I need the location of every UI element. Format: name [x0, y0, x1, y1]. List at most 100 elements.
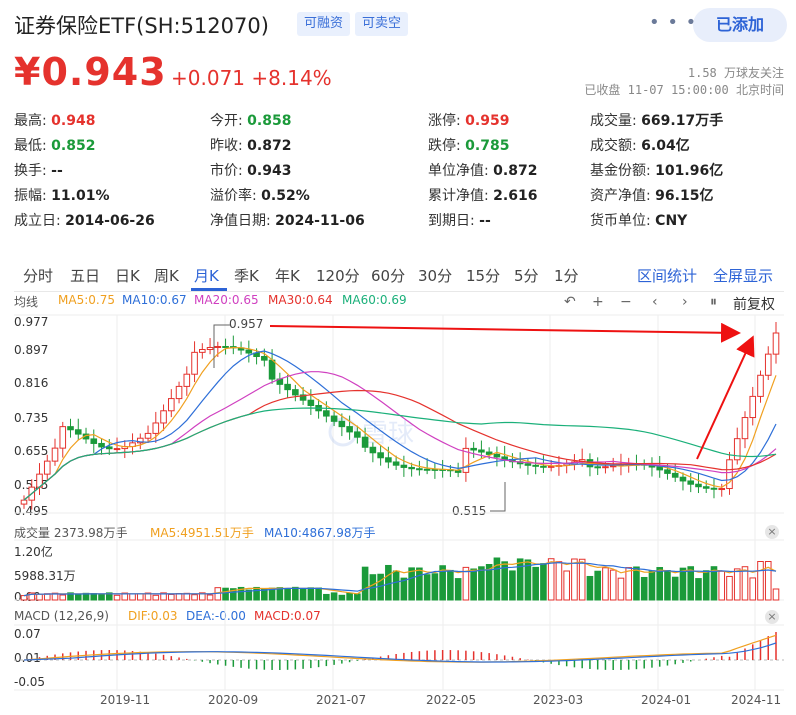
candle-body: [416, 468, 423, 471]
candle-body: [183, 373, 191, 387]
candle-body: [470, 447, 477, 451]
candle-body: [51, 447, 59, 462]
candle-body: [307, 399, 315, 406]
volume-bar: [547, 558, 555, 601]
candle-body: [733, 438, 741, 461]
candle-body: [710, 487, 718, 490]
candle-body: [772, 332, 780, 355]
volume-bar: [578, 558, 586, 601]
horizontal-red-arrow: [269, 322, 741, 343]
candle-body: [152, 422, 160, 434]
rising-red-arrow: [696, 335, 755, 460]
volume-bar: [191, 594, 198, 601]
candle-body: [74, 429, 82, 435]
volume-bar: [36, 593, 43, 601]
macd-lines: [23, 634, 777, 663]
volume-ma-lines: [23, 561, 777, 597]
kline-chart[interactable]: 雪球: [0, 0, 796, 715]
volume-bar: [609, 569, 617, 601]
candle-body: [664, 469, 671, 474]
volume-bar: [74, 594, 82, 601]
candle-body: [261, 356, 268, 361]
candle-body: [493, 453, 501, 458]
candle-body: [214, 345, 222, 348]
candle-body: [408, 466, 415, 470]
volume-bar: [509, 570, 516, 601]
candle-body: [59, 426, 67, 449]
candle-body: [338, 420, 346, 428]
volume-bar: [354, 593, 361, 601]
candle-body: [423, 468, 431, 471]
candle-body: [679, 476, 687, 482]
volume-bar: [555, 561, 563, 601]
candle-body: [687, 480, 695, 485]
candle-body: [602, 466, 609, 469]
volume-bar: [59, 594, 67, 601]
volume-bar: [323, 593, 330, 601]
candle-body: [268, 359, 276, 380]
volume-bar: [633, 566, 640, 601]
volume-bar: [307, 587, 315, 601]
volume-bar: [602, 567, 609, 601]
volume-bar: [408, 567, 415, 601]
chart-annotations: [213, 322, 755, 512]
candle-body: [222, 345, 229, 348]
candle-body: [43, 460, 51, 475]
candle-body: [671, 472, 679, 478]
volume-bar: [175, 593, 183, 601]
volume-bar: [152, 594, 160, 601]
candle-body: [284, 383, 291, 391]
candle-body: [105, 446, 113, 450]
volume-bar: [726, 575, 733, 601]
volume-bar: [516, 558, 524, 601]
volume-bar: [299, 588, 307, 601]
candle-body: [702, 486, 710, 489]
volume-bar: [113, 594, 121, 601]
candle-body: [144, 432, 152, 439]
candle-body: [392, 461, 400, 466]
candle-body: [67, 426, 74, 431]
candle-body: [346, 426, 353, 433]
candle-body: [718, 488, 726, 491]
volume-bar: [315, 587, 322, 601]
volume-bar: [292, 586, 299, 601]
volume-bar: [532, 566, 539, 601]
volume-bar: [361, 566, 369, 601]
volume-bar: [206, 594, 214, 601]
volume-bar: [392, 570, 400, 601]
volume-bar: [346, 592, 353, 601]
candle-body: [478, 449, 485, 453]
volume-bar: [454, 578, 462, 601]
volume-bar: [338, 594, 346, 601]
candle-body: [199, 349, 206, 353]
volume-bar: [733, 568, 741, 601]
candle-body: [90, 438, 98, 444]
candle-body: [206, 346, 214, 351]
candle-body: [741, 417, 749, 440]
volume-bar: [656, 567, 664, 601]
volume-bar: [462, 566, 470, 601]
volume-bar: [718, 570, 726, 601]
candle-body: [377, 452, 384, 459]
volume-ma-line: [23, 561, 777, 597]
volume-bar: [416, 567, 423, 601]
volume-bar: [679, 567, 687, 601]
low-leader-line: [490, 482, 506, 512]
volume-bar: [772, 588, 780, 601]
candle-body: [594, 466, 601, 469]
macd-line: [23, 634, 777, 663]
candle-body: [524, 463, 532, 466]
volume-bar: [284, 589, 291, 601]
volume-bar: [540, 563, 547, 601]
volume-bar: [571, 558, 578, 601]
candle-body: [400, 464, 408, 468]
candle-body: [167, 398, 175, 412]
candle-body: [245, 349, 253, 354]
candle-body: [160, 410, 167, 424]
volume-bar: [617, 577, 625, 601]
volume-bar: [757, 561, 764, 601]
volume-bar: [385, 564, 392, 601]
candle-body: [547, 465, 555, 468]
svg-text:雪球: 雪球: [362, 419, 414, 449]
candle-body: [354, 431, 361, 438]
